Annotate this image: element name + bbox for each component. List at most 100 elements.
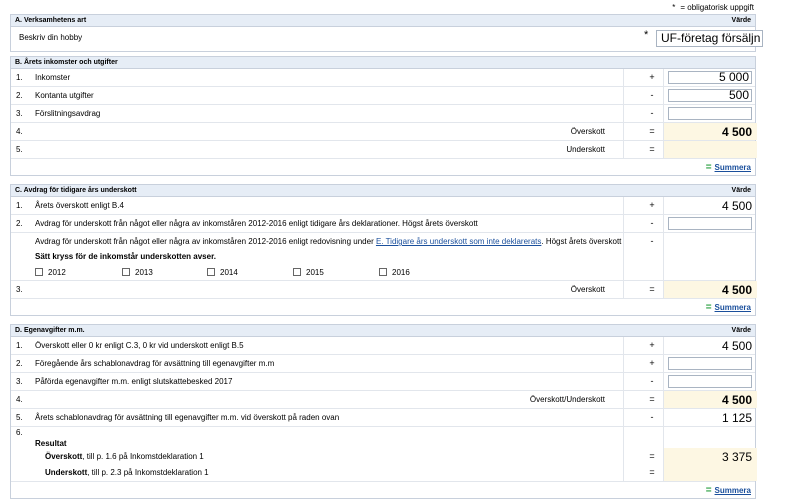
year-2016-checkbox[interactable]: 2016: [379, 268, 410, 277]
table-row: 3. Påförda egenavgifter m.m. enligt slut…: [11, 373, 755, 391]
table-row: 5. Årets schablonavdrag för avsättning t…: [11, 409, 755, 427]
row-number: 3.: [16, 285, 23, 294]
utgifter-input[interactable]: 500: [668, 89, 752, 102]
operator: =: [649, 451, 655, 461]
operator: -: [650, 90, 654, 100]
summera-row: = Summera: [11, 159, 755, 175]
row-label-text: Avdrag för underskott från något eller n…: [35, 237, 376, 246]
operator: -: [650, 412, 654, 422]
overskott-bold: Överskott: [45, 452, 83, 461]
schablonavdrag-input[interactable]: [668, 357, 752, 370]
row-label: Överskott: [570, 285, 605, 294]
hobby-input[interactable]: UF-företag försäljn: [656, 30, 763, 47]
summera-row: = Summera: [11, 482, 755, 498]
section-d-header: D. Egenavgifter m.m. Värde: [11, 325, 755, 337]
forslitning-input[interactable]: [668, 107, 752, 120]
avdrag-underskott-input[interactable]: [668, 217, 752, 230]
egenavgifter-input[interactable]: [668, 375, 752, 388]
table-row: Underskott, till p. 2.3 på Inkomstdeklar…: [11, 466, 757, 482]
operator: -: [650, 218, 654, 228]
table-row: 3. Överskott = 4 500: [11, 281, 757, 299]
summera-button[interactable]: = Summera: [706, 485, 751, 496]
table-row: 4. Överskott = 4 500: [11, 123, 757, 141]
section-d-title: D. Egenavgifter m.m.: [15, 327, 85, 334]
d-overskott-underskott-value: 4 500: [721, 393, 752, 407]
row-label: Årets överskott enligt B.4: [35, 201, 124, 210]
mandatory-star: *: [672, 3, 676, 12]
kryss-instruction: Sätt kryss för de inkomstår underskotten…: [35, 252, 216, 261]
checkbox-box[interactable]: [35, 268, 43, 276]
tidigare-ar-link[interactable]: E. Tidigare års underskott som inte dekl…: [376, 237, 541, 246]
operator: =: [649, 284, 655, 294]
c-overskott-value: 4 500: [721, 283, 752, 297]
section-c-title: C. Avdrag för tidigare års underskott: [15, 187, 137, 194]
year-2014-checkbox[interactable]: 2014: [207, 268, 238, 277]
table-row: 6. Resultat: [11, 427, 755, 448]
mandatory-note: * = obligatorisk uppgift: [672, 3, 754, 12]
row-label-text: , till p. 1.6 på Inkomstdeklaration 1: [82, 452, 204, 461]
section-b: B. Årets inkomster och utgifter 1. Inkom…: [10, 56, 757, 176]
operator: -: [650, 376, 654, 386]
summera-button[interactable]: = Summera: [706, 162, 751, 173]
table-row: 1. Inkomster + 5 000: [11, 69, 755, 87]
inkomster-input[interactable]: 5 000: [668, 71, 752, 84]
table-row: 1. Överskott eller 0 kr enligt C.3, 0 kr…: [11, 337, 755, 355]
mandatory-note-text: = obligatorisk uppgift: [680, 3, 754, 12]
row-label: Underskott: [566, 145, 605, 154]
year-label: 2016: [392, 268, 410, 277]
table-row: 3. Förslitningsavdrag -: [11, 105, 755, 123]
resultat-overskott-value: 3 375: [721, 450, 752, 464]
schablonavdrag-value: 1 125: [721, 411, 752, 425]
row-number: 3.: [16, 377, 23, 386]
checkbox-box[interactable]: [379, 268, 387, 276]
row-number: 5.: [16, 145, 23, 154]
summera-button[interactable]: = Summera: [706, 302, 751, 313]
year-2013-checkbox[interactable]: 2013: [122, 268, 153, 277]
summera-label: Summera: [714, 303, 751, 312]
row-label: Avdrag för underskott från något eller n…: [35, 237, 621, 246]
row-label: Årets schablonavdrag för avsättning till…: [35, 413, 340, 422]
section-b-header: B. Årets inkomster och utgifter: [11, 57, 755, 69]
row-label: Underskott, till p. 2.3 på Inkomstdeklar…: [45, 468, 209, 477]
row-label: Överskott, till p. 1.6 på Inkomstdeklara…: [45, 452, 204, 461]
d-overskott-value: 4 500: [721, 339, 752, 353]
section-a: A. Verksamhetens art Värde Beskriv din h…: [10, 14, 763, 52]
year-2015-checkbox[interactable]: 2015: [293, 268, 324, 277]
summera-row: = Summera: [11, 299, 755, 315]
operator: =: [649, 467, 655, 477]
operator: +: [649, 340, 655, 350]
table-row: Överskott, till p. 1.6 på Inkomstdeklara…: [11, 448, 757, 466]
table-row: Avdrag för underskott från något eller n…: [11, 233, 755, 250]
summera-icon: =: [705, 302, 712, 313]
section-a-header: A. Verksamhetens art Värde: [11, 15, 755, 27]
row-label-text: , till p. 2.3 på Inkomstdeklaration 1: [87, 468, 209, 477]
operator: -: [650, 236, 654, 246]
operator: =: [649, 126, 655, 136]
hobby-label: Beskriv din hobby: [19, 33, 83, 42]
row-number: 4.: [16, 127, 23, 136]
row-number: 3.: [16, 109, 23, 118]
row-label: Förslitningsavdrag: [35, 109, 101, 118]
row-label: Överskott/Underskott: [529, 395, 605, 404]
row-number: 2.: [16, 219, 23, 228]
checkbox-box[interactable]: [122, 268, 130, 276]
section-a-title: A. Verksamhetens art: [15, 17, 87, 24]
table-row: 2. Föregående års schablonavdrag för avs…: [11, 355, 755, 373]
overskott-value: 4 500: [721, 125, 752, 139]
row-number: 2.: [16, 91, 23, 100]
checkbox-box[interactable]: [207, 268, 215, 276]
summera-icon: =: [705, 485, 712, 496]
section-c: C. Avdrag för tidigare års underskott Vä…: [10, 184, 757, 316]
row-number: 1.: [16, 201, 23, 210]
row-label: Föregående års schablonavdrag för avsätt…: [35, 359, 275, 368]
checkbox-box[interactable]: [293, 268, 301, 276]
row-label: Överskott: [570, 127, 605, 136]
required-star: *: [644, 29, 649, 41]
table-row: 2. Kontanta utgifter - 500: [11, 87, 755, 105]
operator: +: [649, 72, 655, 82]
operator: -: [650, 108, 654, 118]
year-label: 2013: [135, 268, 153, 277]
section-c-header: C. Avdrag för tidigare års underskott Vä…: [11, 185, 755, 197]
table-row: 2. Avdrag för underskott från något elle…: [11, 215, 755, 233]
year-2012-checkbox[interactable]: 2012: [35, 268, 66, 277]
